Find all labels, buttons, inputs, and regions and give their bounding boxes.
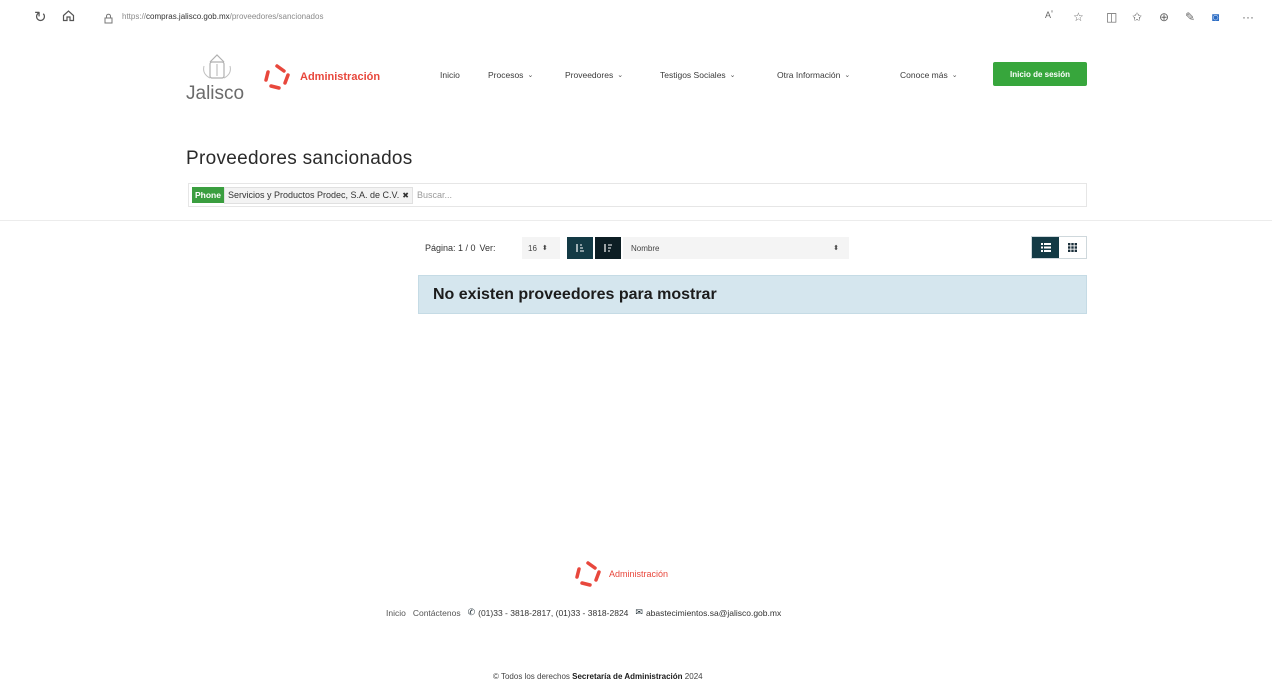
pagination-label: Página: 1 / 0 bbox=[425, 243, 476, 253]
sort-ascending-button[interactable] bbox=[567, 237, 593, 259]
copyright-org: Secretaría de Administración bbox=[572, 672, 683, 681]
favorite-icon[interactable]: ☆ bbox=[1073, 10, 1084, 24]
filter-tag-label: Phone bbox=[192, 187, 224, 203]
extensions-icon[interactable]: ✎ bbox=[1185, 10, 1195, 24]
nav-item-otra-informacion[interactable]: Otra Información ⌄ bbox=[777, 70, 850, 80]
login-button[interactable]: Inicio de sesión bbox=[993, 62, 1087, 86]
order-by-value: Nombre bbox=[631, 243, 660, 253]
chevron-down-icon: ⌄ bbox=[951, 72, 958, 79]
nav-item-testigos-sociales[interactable]: Testigos Sociales ⌄ bbox=[660, 70, 736, 80]
section-divider bbox=[0, 220, 1272, 221]
close-icon[interactable]: ✖ bbox=[402, 190, 409, 201]
grid-view-button[interactable] bbox=[1059, 237, 1086, 258]
order-by-select[interactable]: Nombre ⬍ bbox=[623, 237, 849, 259]
nav-item-inicio[interactable]: Inicio bbox=[440, 70, 460, 80]
nav-item-proveedores[interactable]: Proveedores ⌄ bbox=[565, 70, 623, 80]
copyright-year: 2024 bbox=[684, 672, 703, 681]
search-input[interactable] bbox=[416, 190, 977, 200]
jalisco-wordmark: Jalisco bbox=[186, 83, 245, 104]
administracion-logo-icon bbox=[575, 561, 601, 587]
footer-email[interactable]: abastecimientos.sa@jalisco.gob.mx bbox=[646, 608, 781, 618]
administracion-label: Administración bbox=[300, 71, 381, 83]
list-view-button[interactable] bbox=[1032, 237, 1059, 258]
nav-item-label: Otra Información bbox=[777, 70, 841, 80]
nav-item-label: Procesos bbox=[488, 70, 524, 80]
sort-descending-button[interactable] bbox=[595, 237, 621, 259]
footer-administracion-logo[interactable]: Administración bbox=[573, 560, 668, 588]
footer-link-contactenos[interactable]: Contáctenos bbox=[413, 608, 461, 618]
select-arrows-icon: ⬍ bbox=[541, 245, 548, 252]
footer-administracion-label: Administración bbox=[609, 569, 669, 579]
nav-item-label: Proveedores bbox=[565, 70, 614, 80]
select-arrows-icon: ⬍ bbox=[833, 245, 839, 252]
administracion-logo[interactable]: Administración bbox=[262, 64, 380, 90]
ver-label: Ver: bbox=[479, 243, 496, 253]
view-toggle-group bbox=[1031, 236, 1087, 259]
reload-icon[interactable]: ↻ bbox=[34, 9, 47, 27]
outlook-icon[interactable]: ◙ bbox=[1212, 10, 1219, 24]
split-screen-icon[interactable]: ◫ bbox=[1106, 10, 1117, 24]
copyright: © Todos los derechos Secretaría de Admin… bbox=[493, 672, 703, 681]
address-bar[interactable]: https://compras.jalisco.gob.mx/proveedor… bbox=[122, 12, 323, 21]
home-icon[interactable] bbox=[62, 9, 75, 27]
filter-tag: Servicios y Productos Prodec, S.A. de C.… bbox=[223, 186, 413, 204]
footer-link-inicio[interactable]: Inicio bbox=[386, 608, 406, 618]
chevron-down-icon: ⌄ bbox=[729, 72, 736, 79]
search-filter-box[interactable]: Phone Servicios y Productos Prodec, S.A.… bbox=[188, 183, 1087, 207]
favorites-list-icon[interactable]: ✩ bbox=[1132, 10, 1142, 24]
footer-links: Inicio Contáctenos ✆ (01)33 - 3818-2817,… bbox=[386, 607, 781, 618]
empty-results-alert: No existen proveedores para mostrar bbox=[418, 275, 1087, 314]
read-aloud-icon[interactable]: Aⁿ bbox=[1045, 10, 1053, 20]
grid-icon bbox=[1068, 243, 1077, 252]
per-page-value: 16 bbox=[528, 243, 537, 253]
list-icon bbox=[1040, 243, 1051, 252]
jalisco-logo[interactable]: Jalisco bbox=[186, 52, 262, 118]
collections-icon[interactable]: ⊕ bbox=[1159, 10, 1169, 24]
more-icon[interactable]: ··· bbox=[1242, 10, 1254, 24]
nav-item-label: Testigos Sociales bbox=[660, 70, 726, 80]
administracion-logo-icon bbox=[264, 64, 290, 90]
nav-item-procesos[interactable]: Procesos ⌄ bbox=[488, 70, 533, 80]
chevron-down-icon: ⌄ bbox=[527, 72, 534, 79]
envelope-icon: ✉ bbox=[635, 607, 643, 617]
footer-phone: (01)33 - 3818-2817, (01)33 - 3818-2824 bbox=[478, 607, 629, 618]
browser-toolbar: ↻ https://compras.jalisco.gob.mx/proveed… bbox=[0, 0, 1272, 36]
sort-ascending-icon bbox=[576, 244, 584, 252]
filter-tag-value: Servicios y Productos Prodec, S.A. de C.… bbox=[227, 189, 400, 200]
per-page-select[interactable]: 16 ⬍ bbox=[522, 237, 560, 259]
nav-item-label: Conoce más bbox=[900, 70, 948, 80]
nav-item-label: Inicio bbox=[440, 70, 460, 80]
chevron-down-icon: ⌄ bbox=[617, 72, 624, 79]
jalisco-crest-icon bbox=[203, 54, 231, 79]
copyright-prefix: © Todos los derechos bbox=[493, 672, 570, 681]
sort-descending-icon bbox=[604, 244, 612, 252]
pagination-info: Página: 1 / 0 Ver: bbox=[425, 243, 496, 253]
page-title: Proveedores sancionados bbox=[186, 148, 413, 169]
lock-icon[interactable] bbox=[104, 11, 113, 29]
phone-icon: ✆ bbox=[467, 607, 476, 617]
nav-item-conoce-mas[interactable]: Conoce más ⌄ bbox=[900, 70, 958, 80]
chevron-down-icon: ⌄ bbox=[844, 72, 851, 79]
